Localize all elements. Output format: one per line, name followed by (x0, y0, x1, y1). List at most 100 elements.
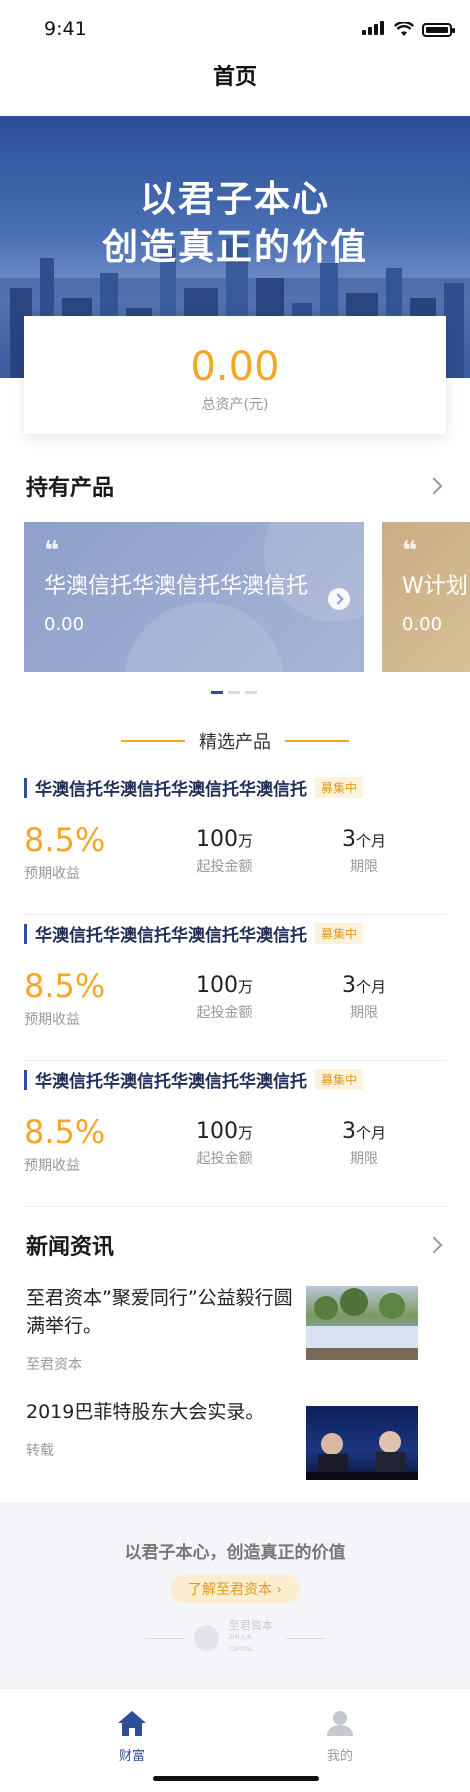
holdings-header[interactable]: 持有产品 (26, 469, 446, 503)
news-thumbnail-image[interactable] (306, 1286, 418, 1360)
term-col: 3个月 期限 (342, 821, 386, 876)
status-icons (362, 20, 455, 39)
term-label: 期限 (350, 859, 378, 875)
term-unit: 个月 (356, 832, 387, 850)
holding-name: 华澳信托华澳信托华澳信托 (44, 574, 309, 599)
battery-icon (422, 22, 455, 37)
tab-label: 我的 (326, 1749, 353, 1764)
expected-rate: 8.5% (24, 821, 106, 859)
card-decoration (124, 602, 284, 672)
news-headline: 至君资本”聚爱同行”公益毅行圆满举行。 (26, 1287, 293, 1337)
rate-col: 8.5% 预期收益 (24, 821, 105, 883)
holding-value: 0.00 (402, 614, 443, 635)
rate-col: 8.5% 预期收益 (24, 967, 105, 1029)
chevron-right-icon[interactable] (425, 1236, 443, 1254)
logo-subtitle: ZHI JUN CAPITAL (228, 1634, 254, 1653)
tab-wealth[interactable]: 财富 (102, 1709, 162, 1764)
amount-label: 起投金额 (196, 859, 253, 875)
news-thumbnail-image[interactable] (306, 1406, 418, 1480)
footer-slogan: 以君子本心，创造真正的价值 (124, 1543, 346, 1563)
rate-label: 预期收益 (24, 1012, 80, 1028)
home-icon (118, 1711, 146, 1736)
total-asset-label: 总资产(元) (201, 397, 269, 413)
tab-label: 财富 (118, 1749, 145, 1764)
home-indicator[interactable] (153, 1776, 319, 1781)
page-dot-active[interactable] (211, 691, 223, 694)
rate-label: 预期收益 (24, 1158, 80, 1174)
accent-bar (24, 1069, 27, 1090)
total-asset-card[interactable]: 0.00 总资产(元) (24, 316, 446, 434)
user-icon (327, 1711, 353, 1736)
holding-card[interactable]: ❝ W计划 0.00 (382, 522, 470, 672)
expected-rate: 8.5% (24, 1113, 106, 1151)
product-head: 华澳信托华澳信托华澳信托华澳信托 募集中 (24, 1067, 364, 1092)
amount-col: 100万 起投金额 (196, 821, 253, 876)
banner-slogan-line1: 以君子本心 (139, 179, 330, 220)
total-asset-value: 0.00 (190, 344, 280, 390)
term-value: 3 (342, 1119, 356, 1144)
status-time: 9:41 (44, 18, 87, 40)
product-item[interactable]: 华澳信托华澳信托华澳信托华澳信托 募集中 8.5% 预期收益 100万 起投金额… (24, 775, 446, 915)
term-value: 3 (342, 973, 356, 998)
term-value: 3 (342, 827, 356, 852)
min-amount: 100 (196, 973, 238, 998)
nav-bar: 首页 (0, 56, 470, 116)
amount-col: 100万 起投金额 (196, 967, 253, 1022)
quote-icon: ❝ (44, 536, 60, 566)
logo-text: 至君资本 ZHI JUN CAPITAL (229, 1620, 277, 1656)
term-label: 期限 (350, 1151, 378, 1167)
brand-logo-icon (193, 1625, 219, 1651)
status-bar: 9:41 (0, 0, 470, 56)
featured-title: 精选产品 (199, 732, 271, 753)
product-item[interactable]: 华澳信托华澳信托华澳信托华澳信托 募集中 8.5% 预期收益 100万 起投金额… (24, 921, 446, 1061)
amount-col: 100万 起投金额 (196, 1113, 253, 1168)
term-unit: 个月 (356, 978, 387, 996)
status-badge: 募集中 (315, 777, 364, 798)
product-name: 华澳信托华澳信托华澳信托华澳信托 (35, 780, 307, 800)
featured-header: 精选产品 (0, 728, 470, 754)
footer-logo: 至君资本 ZHI JUN CAPITAL (145, 1620, 325, 1656)
product-name: 华澳信托华澳信托华澳信托华澳信托 (35, 926, 307, 946)
page-dot[interactable] (228, 691, 240, 694)
accent-bar (24, 923, 27, 944)
carousel-pagination (211, 691, 257, 694)
tab-mine[interactable]: 我的 (310, 1709, 370, 1764)
signal-icon (362, 20, 386, 39)
holdings-title: 持有产品 (26, 476, 115, 501)
quote-icon: ❝ (402, 536, 418, 566)
term-label: 期限 (350, 1005, 378, 1021)
amount-label: 起投金额 (196, 1005, 253, 1021)
status-badge: 募集中 (315, 1069, 364, 1090)
rate-col: 8.5% 预期收益 (24, 1113, 105, 1175)
term-col: 3个月 期限 (342, 967, 386, 1022)
accent-bar (24, 777, 27, 798)
divider (285, 740, 349, 742)
holding-value: 0.00 (44, 614, 85, 635)
meeting-photo-image (306, 1431, 418, 1480)
news-title: 新闻资讯 (26, 1235, 115, 1260)
amount-label: 起投金额 (196, 1151, 253, 1167)
product-item[interactable]: 华澳信托华澳信托华澳信托华澳信托 募集中 8.5% 预期收益 100万 起投金额… (24, 1067, 446, 1207)
brand-footer: 以君子本心，创造真正的价值 了解至君资本 › 至君资本 ZHI JUN CAPI… (0, 1502, 470, 1688)
divider (145, 1637, 184, 1639)
about-link[interactable]: 了解至君资本 › (169, 1575, 301, 1603)
amount-unit: 万 (238, 978, 254, 996)
rate-label: 预期收益 (24, 866, 80, 882)
page-dot[interactable] (245, 691, 257, 694)
divider (286, 1637, 325, 1639)
term-col: 3个月 期限 (342, 1113, 386, 1168)
product-head: 华澳信托华澳信托华澳信托华澳信托 募集中 (24, 775, 364, 800)
news-header[interactable]: 新闻资讯 (26, 1228, 446, 1262)
news-headline: 2019巴菲特股东大会实录。 (26, 1401, 265, 1423)
logo-name: 至君资本 (228, 1619, 273, 1632)
page-title: 首页 (212, 65, 257, 90)
arrow-right-circle-icon[interactable] (328, 588, 350, 610)
holding-name: W计划 (402, 574, 468, 599)
chevron-right-icon[interactable] (425, 477, 443, 495)
amount-unit: 万 (238, 832, 254, 850)
crowd-photo-image (306, 1288, 418, 1360)
status-badge: 募集中 (315, 923, 364, 944)
product-name: 华澳信托华澳信托华澳信托华澳信托 (35, 1072, 307, 1092)
holding-card[interactable]: ❝ 华澳信托华澳信托华澳信托 0.00 (24, 522, 364, 672)
product-head: 华澳信托华澳信托华澳信托华澳信托 募集中 (24, 921, 364, 946)
